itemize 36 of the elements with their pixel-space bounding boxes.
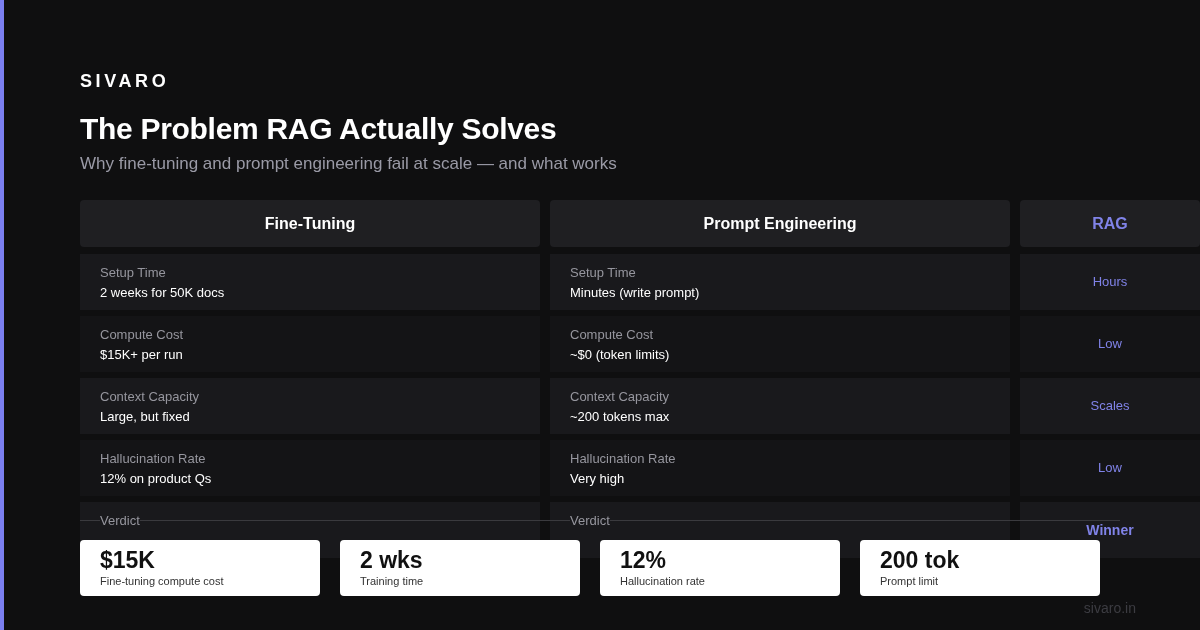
stat-label: Fine-tuning compute cost [100,574,224,588]
cell-label: Context Capacity [570,389,669,404]
stat-value: 200 tok [880,548,960,572]
column-header: Prompt Engineering [550,200,1010,247]
table-cell: Low [1020,316,1200,372]
cell-value: ~200 tokens max [570,409,670,424]
cell-value: $15K+ per run [100,347,183,362]
cell-value: ~$0 (token limits) [570,347,670,362]
table-cell: Low [1020,440,1200,496]
stat-value: 12% [620,548,667,572]
column-header: RAG [1020,200,1200,247]
cell-label: Context Capacity [100,389,199,404]
stat-label: Training time [360,574,424,588]
column-header: Fine-Tuning [80,200,540,247]
stat-label: Hallucination rate [620,574,705,588]
table-cell: Scales [1020,378,1200,434]
cell-value: 2 weeks for 50K docs [100,285,225,300]
brand-logo: SIVARO [80,70,170,92]
cell-label: Compute Cost [100,327,184,342]
cell-label: Compute Cost [570,327,654,342]
cell-value: 12% on product Qs [100,471,212,486]
cell-label: Hallucination Rate [570,451,676,466]
cell-label: Verdict [570,513,610,528]
page-title: The Problem RAG Actually Solves [80,111,557,147]
stat-label: Prompt limit [880,574,939,588]
cell-value: Very high [570,471,625,486]
cell-value: Minutes (write prompt) [570,285,700,300]
stat-value: $15K [100,548,155,572]
cell-label: Hallucination Rate [100,451,206,466]
subtitle: Why fine-tuning and prompt engineering fail at scale — and what works [80,153,617,175]
table-cell: Hours [1020,254,1200,310]
cell-value: Large, but fixed [100,409,190,424]
cell-label: Verdict [100,513,140,528]
cell-label: Setup Time [100,265,166,280]
stat-value: 2 wks [360,548,423,572]
cell-label: Setup Time [570,265,636,280]
